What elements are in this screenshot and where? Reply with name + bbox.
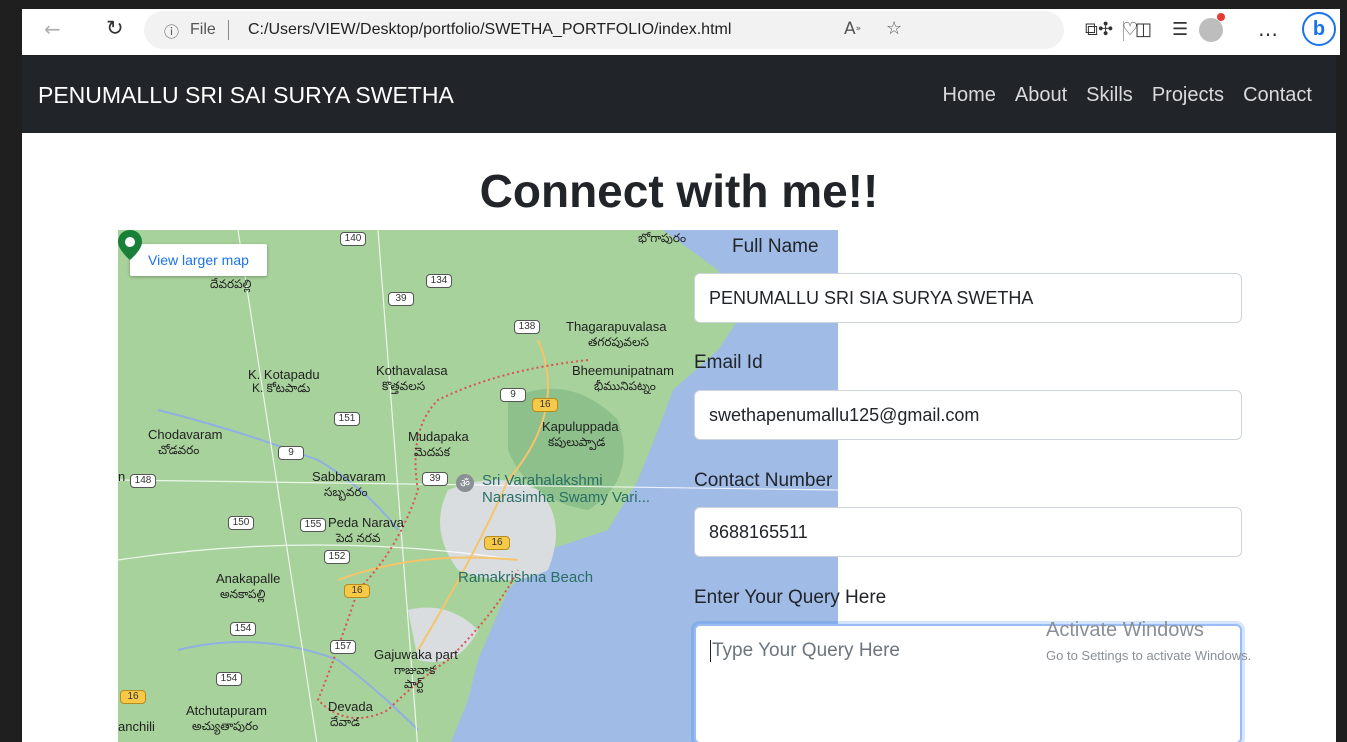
map-label: Peda Narava: [328, 515, 404, 530]
address-url[interactable]: C:/Users/VIEW/Desktop/portfolio/SWETHA_P…: [248, 21, 731, 39]
svg-text:ॐ: ॐ: [460, 477, 470, 490]
extensions-icon[interactable]: ✣: [1098, 19, 1113, 40]
highway-shield: 152: [324, 550, 350, 564]
map-label: తగరపువలస: [588, 335, 649, 349]
back-arrow-icon[interactable]: ←: [44, 17, 61, 41]
read-aloud-icon[interactable]: A»: [844, 19, 861, 39]
map-label: సబ్బవరం: [324, 485, 368, 499]
map-label: చోడవరం: [158, 443, 200, 457]
favorite-star-icon[interactable]: ☆: [886, 18, 902, 39]
favorites-icon[interactable]: ☰: [1172, 19, 1188, 40]
highway-shield: 157: [330, 640, 356, 654]
info-icon[interactable]: ⓘ: [164, 21, 179, 42]
nav-link-home[interactable]: Home: [943, 84, 996, 107]
map-label: కపులుప్పాడ: [548, 435, 606, 449]
query-placeholder: Type Your Query Here: [712, 640, 900, 662]
nav-links: Home About Skills Projects Contact: [943, 84, 1312, 107]
map-label: దేవాడ: [330, 715, 360, 729]
map-pin-icon[interactable]: [118, 230, 142, 260]
highway-shield: 16: [532, 398, 558, 412]
contact-number-label: Contact Number: [694, 470, 833, 491]
map-label: Kapuluppada: [542, 419, 619, 434]
query-label: Enter Your Query Here: [694, 587, 887, 608]
navbar: PENUMALLU SRI SAI SURYA SWETHA Home Abou…: [22, 56, 1336, 133]
highway-shield: 134: [426, 274, 452, 288]
page-title: Connect with me!!: [479, 165, 879, 217]
map-label: Sabbavaram: [312, 469, 386, 484]
map-label: anchili: [118, 719, 155, 734]
nav-link-skills[interactable]: Skills: [1086, 84, 1133, 107]
map-label: భీమునిపట్నం: [594, 379, 656, 393]
map-label: కొత్తవలస: [382, 379, 426, 393]
highway-shield: 9: [278, 446, 304, 460]
collections-icon[interactable]: ⧉: [1085, 19, 1098, 40]
highway-shield: 138: [514, 320, 540, 334]
address-bar[interactable]: ⓘ File C:/Users/VIEW/Desktop/portfolio/S…: [144, 11, 1064, 49]
map-label: Bheemunipatnam: [572, 363, 674, 378]
map-label: n: [118, 469, 126, 484]
highway-shield: 16: [120, 690, 146, 704]
nav-link-about[interactable]: About: [1015, 84, 1067, 107]
highway-shield: 154: [216, 672, 242, 686]
map-label: Chodavaram: [148, 427, 223, 442]
highway-shield: 140: [340, 232, 366, 246]
map-label: Devada: [328, 699, 373, 714]
browser-toolbar: ← ↻ ⓘ File C:/Users/VIEW/Desktop/portfol…: [22, 9, 1340, 55]
map-label: పెద నరవ: [336, 531, 381, 545]
full-name-input[interactable]: PENUMALLU SRI SIA SURYA SWETHA: [694, 273, 1242, 323]
map-label: అనకాపల్లి: [220, 587, 266, 601]
highway-shield: 151: [334, 412, 360, 426]
map-label: Atchutapuram: [186, 703, 267, 718]
activate-windows-subtitle: Go to Settings to activate Windows.: [1046, 648, 1252, 663]
temple-icon[interactable]: ॐ: [456, 474, 474, 492]
map-label: Mudapaka: [408, 429, 469, 444]
map-poi-label: Sri Varahalakshmi: [482, 472, 603, 489]
reload-icon[interactable]: ↻: [106, 16, 124, 40]
highway-shield: 39: [388, 292, 414, 306]
map-label: పార్ట్: [404, 677, 424, 691]
text-caret: [710, 640, 711, 662]
map-label: భోగాపురం: [638, 231, 687, 245]
highway-shield: 16: [344, 584, 370, 598]
screen: ← ↻ ⓘ File C:/Users/VIEW/Desktop/portfol…: [0, 0, 1347, 742]
address-divider: [228, 20, 229, 40]
contact-number-input[interactable]: 8688165511: [694, 507, 1242, 557]
highway-shield: 150: [228, 516, 254, 530]
nav-link-contact[interactable]: Contact: [1243, 84, 1312, 107]
highway-shield: 154: [230, 622, 256, 636]
map-label: అచ్యుతాపురం: [192, 719, 259, 733]
health-icon[interactable]: ♡: [1122, 19, 1138, 40]
map-label: గాజువాక: [394, 663, 436, 677]
map-label: Anakapalle: [216, 571, 281, 586]
bing-copilot-icon[interactable]: b: [1302, 12, 1336, 46]
highway-shield: 9: [500, 388, 526, 402]
view-larger-map-button[interactable]: View larger map: [130, 244, 267, 276]
address-file-label: File: [190, 21, 216, 38]
map-label: K. కోటపాడు: [252, 381, 311, 395]
map-label: Kothavalasa: [376, 363, 448, 378]
profile-avatar[interactable]: [1199, 18, 1223, 42]
email-label: Email Id: [694, 352, 763, 373]
navbar-brand[interactable]: PENUMALLU SRI SAI SURYA SWETHA: [38, 82, 454, 109]
nav-link-projects[interactable]: Projects: [1152, 84, 1224, 107]
map-poi-label: Ramakrishna Beach: [458, 569, 594, 586]
notification-dot: [1217, 13, 1225, 21]
email-input[interactable]: swethapenumallu125@gmail.com: [694, 390, 1242, 440]
highway-shield: 39: [422, 472, 448, 486]
highway-shield: 155: [300, 518, 326, 532]
activate-windows-title: Activate Windows: [1046, 619, 1204, 641]
highway-shield: 16: [484, 536, 510, 550]
full-name-label: Full Name: [732, 236, 819, 257]
map-poi-label: Narasimha Swamy Vari...: [482, 489, 651, 506]
map-label: Thagarapuvalasa: [566, 319, 667, 334]
map-label: Gajuwaka part: [374, 647, 458, 662]
map-label: మెదపక: [414, 445, 450, 459]
highway-shield: 148: [130, 474, 156, 488]
map-label: దేవరపల్లి: [210, 277, 252, 291]
more-menu-icon[interactable]: …: [1258, 17, 1278, 41]
